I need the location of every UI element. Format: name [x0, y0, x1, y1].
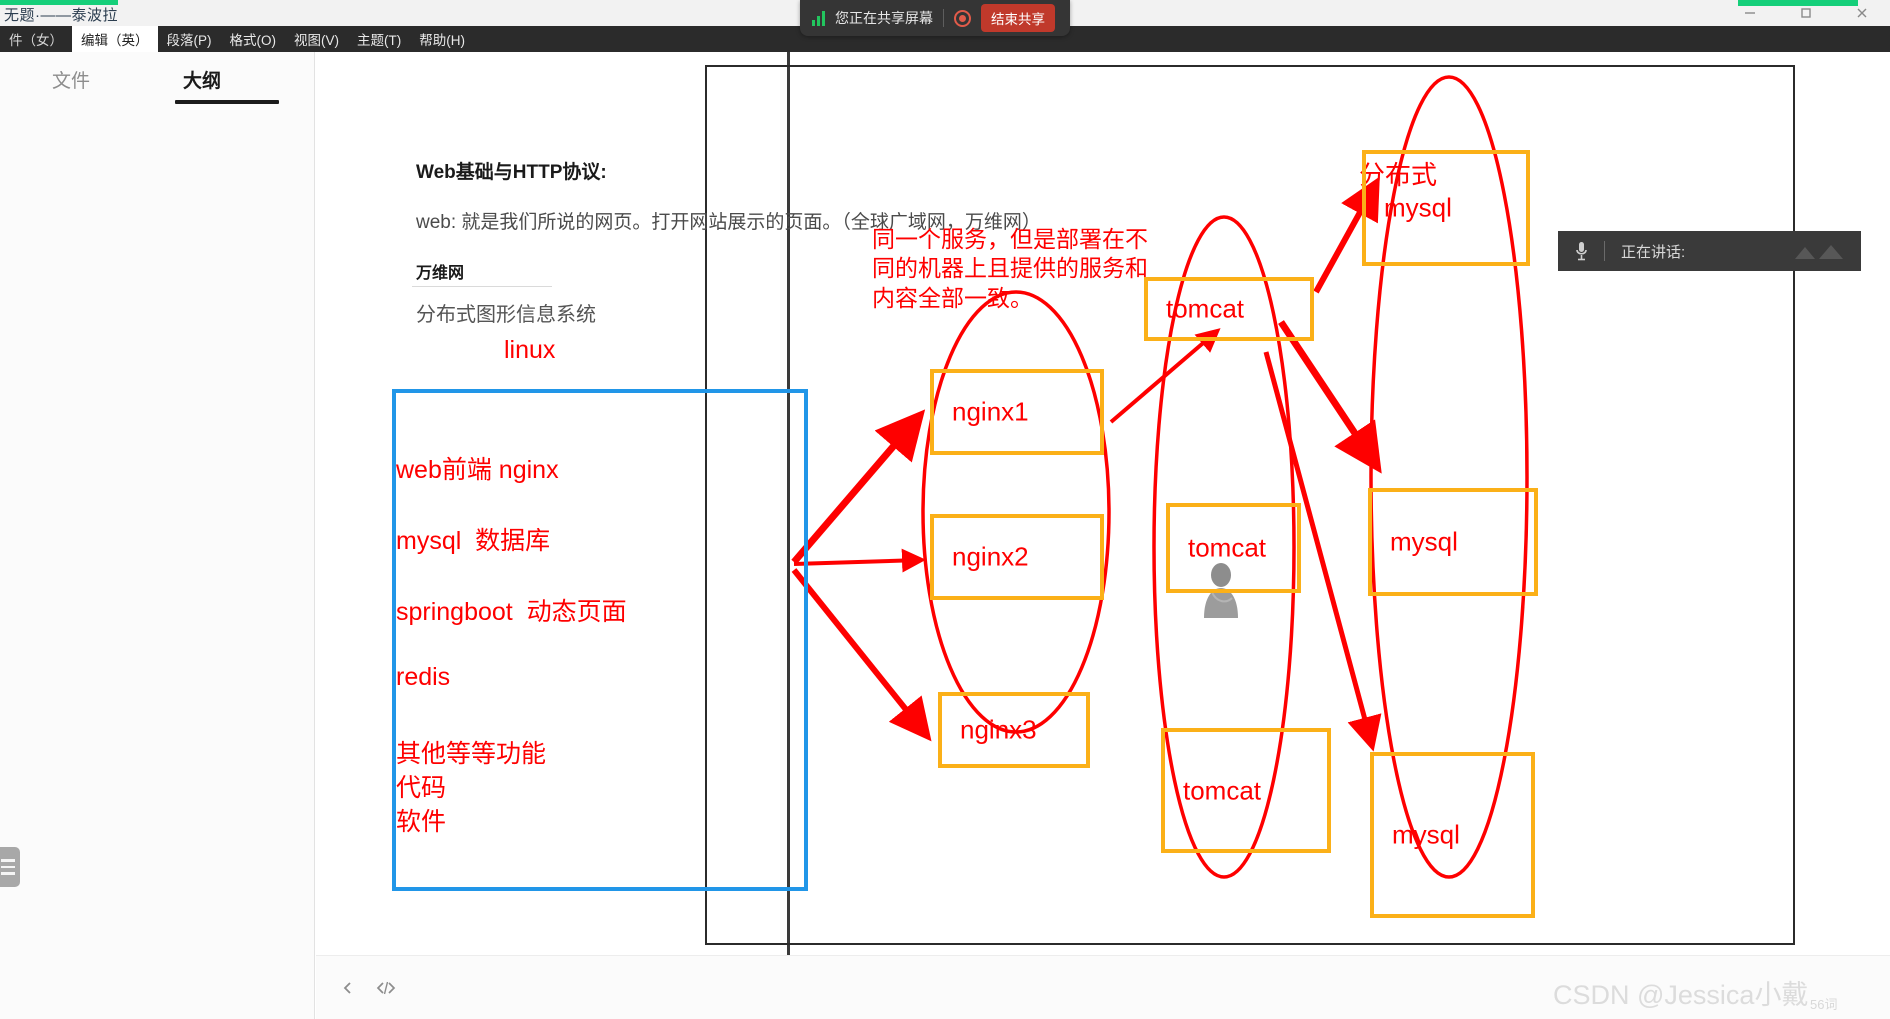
node-tomcat3-label: tomcat [1183, 775, 1262, 805]
node-tomcat2: tomcat [1166, 503, 1301, 593]
end-share-button[interactable]: 结束共享 [981, 4, 1055, 32]
node-mysql3-label: mysql [1392, 819, 1460, 850]
stack-item-others: 其他等等功能 [396, 740, 547, 768]
minimize-icon[interactable] [1722, 0, 1778, 26]
window-controls [1722, 0, 1890, 26]
node-nginx3: nginx3 [938, 692, 1090, 768]
list-handle-icon[interactable] [0, 847, 20, 887]
diagram-note: 同一个服务，但是部署在不 同的机器上且提供的服务和 内容全部一致。 [872, 226, 1148, 311]
speaking-overlay[interactable]: 正在讲话: [1558, 231, 1861, 271]
stack-item-mysql: mysql 数据库 [396, 527, 551, 555]
node-mysql2: mysql [1368, 488, 1538, 596]
sidebar-tab-file[interactable]: 文件 [52, 66, 90, 93]
document-title: 无题·——泰波拉 [4, 7, 118, 24]
menu-item-format[interactable]: 格式(O) [221, 26, 286, 52]
screen-share-banner: 您正在共享屏幕 结束共享 [800, 0, 1070, 36]
left-sidebar: 文件 大纲 [0, 52, 315, 1019]
node-nginx1: nginx1 [930, 369, 1104, 455]
menu-item-edit[interactable]: 编辑（英） [72, 26, 158, 52]
node-nginx3-label: nginx3 [960, 714, 1037, 745]
node-tomcat1: tomcat [1144, 277, 1314, 341]
sidebar-tabs: 文件 大纲 [0, 52, 315, 114]
stack-item-code: 代码 [396, 774, 447, 802]
document-canvas[interactable]: Web基础与HTTP协议: web: 就是我们所说的网页。打开网站展示的页面。（… [316, 52, 1890, 1019]
maximize-icon[interactable] [1778, 0, 1834, 26]
node-tomcat3: tomcat [1161, 728, 1331, 853]
audio-wave-icon [1793, 241, 1849, 261]
menu-item-help[interactable]: 帮助(H) [410, 26, 474, 52]
node-nginx2: nginx2 [930, 514, 1104, 600]
code-brackets-icon[interactable] [371, 974, 401, 1002]
document-heading: Web基础与HTTP协议: [416, 162, 607, 183]
close-icon[interactable] [1834, 0, 1890, 26]
app-root: 无题·——泰波拉 件（女） 编辑（英） 段落(P) 格式(O) 视图(V) 主题… [0, 0, 1890, 1019]
microphone-icon[interactable] [1558, 240, 1604, 262]
node-mysql1-label: mysql [1384, 192, 1452, 223]
node-mysql1: mysql [1362, 150, 1530, 266]
node-mysql3: mysql [1370, 752, 1535, 918]
sidebar-tab-outline[interactable]: 大纲 [183, 66, 221, 93]
node-nginx1-label: nginx1 [952, 396, 1029, 427]
menu-item-view[interactable]: 视图(V) [285, 26, 348, 52]
menu-item-paragraph[interactable]: 段落(P) [158, 26, 221, 52]
document-wwwn-label: 万维网 [416, 265, 465, 282]
share-status-text: 您正在共享屏幕 [835, 10, 933, 26]
signal-bars-icon [812, 10, 825, 26]
node-nginx2-label: nginx2 [952, 541, 1029, 572]
sidebar-tab-active-indicator [175, 100, 279, 104]
document-linux-label: linux [504, 336, 556, 364]
stack-item-web-frontend: web前端 nginx [396, 456, 559, 484]
node-tomcat1-label: tomcat [1166, 293, 1245, 324]
chevron-left-icon[interactable] [333, 974, 363, 1002]
stack-item-software: 软件 [396, 808, 447, 836]
csdn-watermark-sub: 56词 [1810, 997, 1838, 1012]
stack-item-springboot: springboot 动态页面 [396, 598, 627, 626]
menu-item-theme[interactable]: 主题(T) [348, 26, 410, 52]
stack-item-redis: redis [396, 663, 451, 691]
document-distributed-graphic: 分布式图形信息系统 [416, 304, 596, 326]
document-wwwn-underline [412, 286, 552, 287]
menu-item-file[interactable]: 件（女） [0, 26, 72, 52]
node-mysql2-label: mysql [1390, 526, 1458, 557]
banner-divider [943, 9, 944, 27]
csdn-watermark: CSDN @Jessica小戴 [1553, 980, 1809, 1010]
record-dot-icon[interactable] [954, 9, 971, 27]
node-tomcat2-label: tomcat [1188, 532, 1267, 563]
speaking-label: 正在讲话: [1621, 243, 1686, 261]
